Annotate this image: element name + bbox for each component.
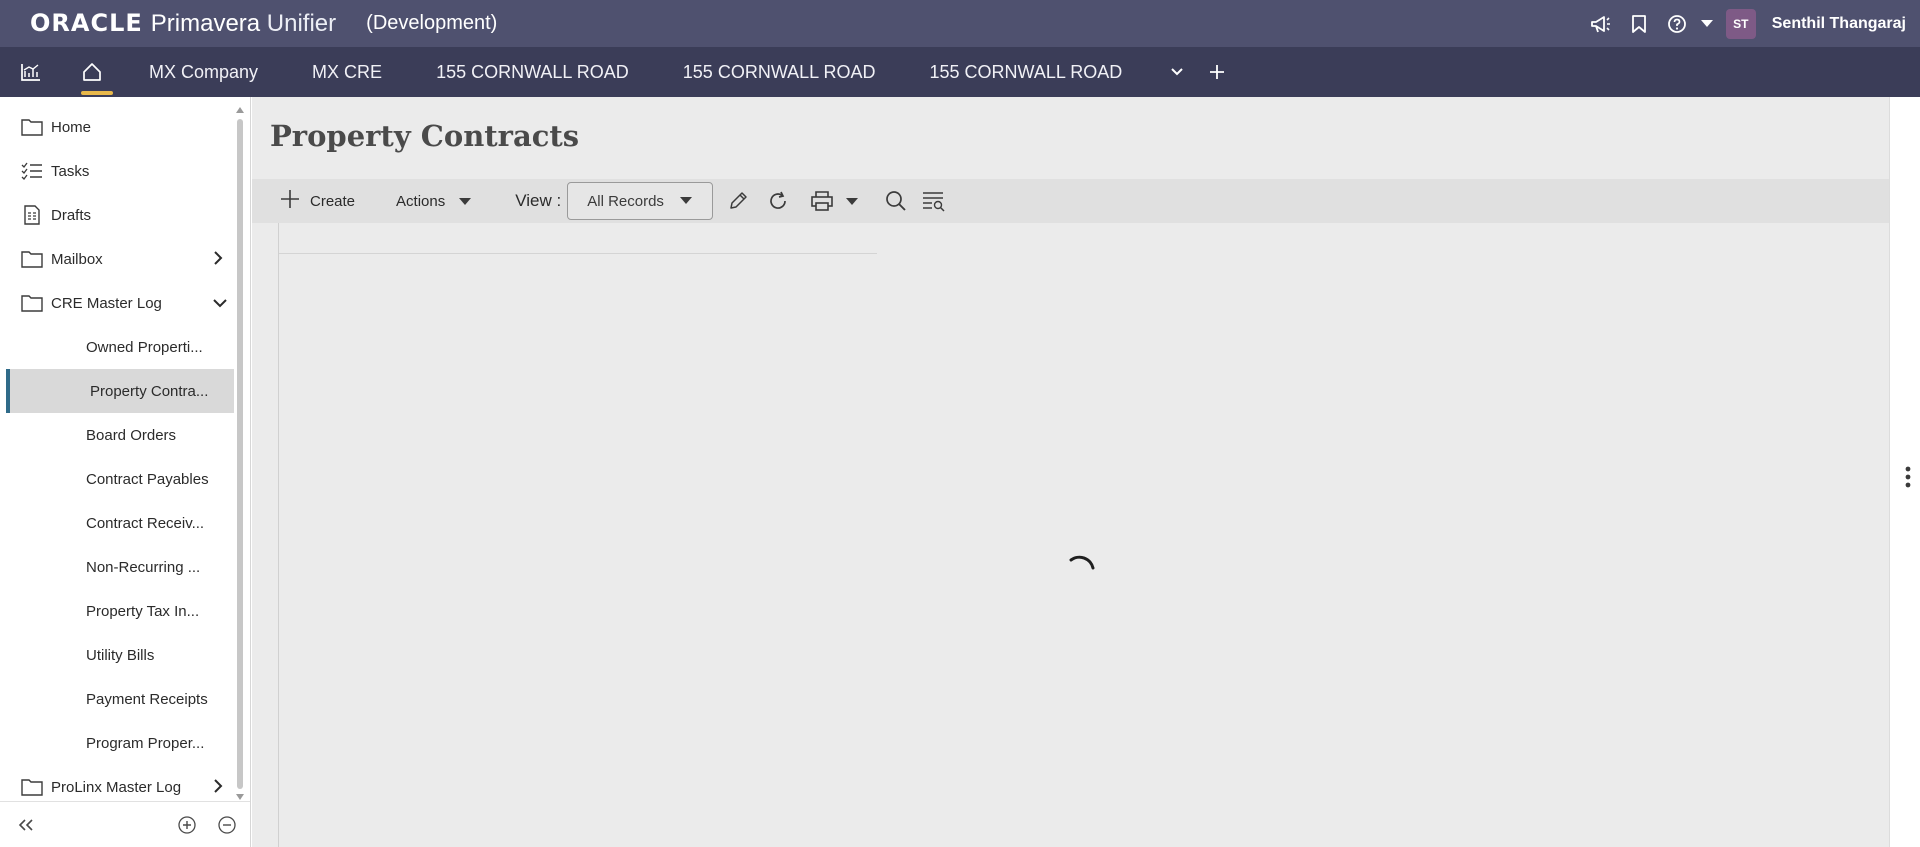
drafts-icon <box>17 205 47 225</box>
scroll-up-arrow-icon[interactable] <box>236 107 244 113</box>
sidebar-subitem-payment-receipts[interactable]: Payment Receipts <box>0 677 234 721</box>
main-content: Property Contracts Create Actions View :… <box>252 97 1889 847</box>
sidebar-subitem-board-orders[interactable]: Board Orders <box>0 413 234 457</box>
sidebar-scrollbar[interactable] <box>236 105 244 800</box>
megaphone-icon[interactable] <box>1582 0 1620 47</box>
sidebar-item-label: Tasks <box>51 162 90 180</box>
tab-bar: MX Company MX CRE 155 CORNWALL ROAD 155 … <box>0 47 1920 97</box>
tab-cornwall-road-2[interactable]: 155 CORNWALL ROAD <box>656 47 903 97</box>
product-name-bold: Primavera <box>150 10 261 37</box>
view-select[interactable]: All Records <box>567 182 714 220</box>
app-logo[interactable]: ORACLE Primavera Unifier <box>30 9 336 38</box>
actions-menu-button[interactable]: Actions <box>396 179 472 223</box>
sidebar-subitem-utility-bills[interactable]: Utility Bills <box>0 633 234 677</box>
sidebar-item-label: ProLinx Master Log <box>51 778 182 796</box>
caret-down-icon <box>680 197 693 204</box>
collapse-all-icon[interactable] <box>214 812 240 838</box>
folder-icon <box>17 250 47 268</box>
actions-label: Actions <box>396 192 446 210</box>
search-icon[interactable] <box>879 179 913 223</box>
page-title: Property Contracts <box>270 119 580 153</box>
header-actions: ST Senthil Thangaraj <box>1582 0 1906 47</box>
left-navigation: Home Tasks Drafts Mailbox CRE Master Log… <box>0 97 251 847</box>
chevron-down-icon[interactable] <box>212 296 228 313</box>
sidebar-subitem-property-tax[interactable]: Property Tax In... <box>0 589 234 633</box>
right-panel-strip <box>1889 97 1920 847</box>
print-icon[interactable] <box>807 179 837 223</box>
app-header: ORACLE Primavera Unifier (Development) S… <box>0 0 1920 47</box>
sidebar-subitem-program-properties[interactable]: Program Proper... <box>0 721 234 765</box>
dashboard-chart-icon[interactable] <box>0 47 62 97</box>
edit-pencil-icon[interactable] <box>721 179 755 223</box>
records-grid <box>278 223 1889 847</box>
sidebar-item-label: Home <box>51 118 92 136</box>
view-label: View : <box>515 191 562 210</box>
create-label: Create <box>310 192 356 210</box>
view-select-value: All Records <box>587 192 664 210</box>
folder-icon <box>17 778 47 796</box>
grid-header-divider <box>279 253 877 254</box>
more-options-kebab-icon[interactable] <box>1905 465 1911 489</box>
sidebar-item-drafts[interactable]: Drafts <box>0 193 234 237</box>
create-button[interactable]: Create <box>280 179 355 223</box>
oracle-wordmark: ORACLE <box>30 9 143 37</box>
avatar[interactable]: ST <box>1725 8 1756 39</box>
log-toolbar: Create Actions View : All Records <box>252 179 1889 223</box>
sidebar-item-tasks[interactable]: Tasks <box>0 149 234 193</box>
sidebar-subitem-property-contracts[interactable]: Property Contra... <box>6 369 234 413</box>
find-on-page-icon[interactable] <box>917 179 951 223</box>
loading-spinner-icon <box>1067 550 1099 582</box>
tab-mx-company[interactable]: MX Company <box>122 47 285 97</box>
sidebar-item-label: Drafts <box>51 206 92 224</box>
help-icon[interactable] <box>1658 0 1696 47</box>
chevron-right-icon[interactable] <box>212 250 224 270</box>
home-tab-icon[interactable] <box>62 47 122 97</box>
refresh-icon[interactable] <box>761 179 795 223</box>
tab-cornwall-road-3[interactable]: 155 CORNWALL ROAD <box>903 47 1150 97</box>
print-menu-caret-down-icon[interactable] <box>841 179 863 223</box>
tab-cornwall-road-1[interactable]: 155 CORNWALL ROAD <box>409 47 656 97</box>
sidebar-item-home[interactable]: Home <box>0 105 234 149</box>
sidebar-scrollbar-thumb[interactable] <box>237 119 243 789</box>
user-name[interactable]: Senthil Thangaraj <box>1772 15 1906 33</box>
collapse-sidebar-icon[interactable] <box>13 812 39 838</box>
expand-all-icon[interactable] <box>174 812 200 838</box>
tab-mx-cre[interactable]: MX CRE <box>285 47 409 97</box>
product-name-thin: Unifier <box>266 10 337 37</box>
tasks-icon <box>17 162 47 180</box>
add-tab-plus-icon[interactable] <box>1197 47 1237 97</box>
sidebar-item-label: CRE Master Log <box>51 294 162 312</box>
environment-label: (Development) <box>366 12 498 34</box>
sidebar-item-label: Mailbox <box>51 250 103 268</box>
folder-icon <box>17 294 47 312</box>
bookmark-icon[interactable] <box>1620 0 1658 47</box>
folder-icon <box>17 118 47 136</box>
sidebar-item-cre-master-log[interactable]: CRE Master Log <box>0 281 234 325</box>
product-name: Primavera Unifier <box>151 10 336 38</box>
sidebar-subitem-contract-receivables[interactable]: Contract Receiv... <box>0 501 234 545</box>
caret-down-icon <box>846 197 859 205</box>
plus-icon <box>280 189 300 213</box>
sidebar-subitem-contract-payables[interactable]: Contract Payables <box>0 457 234 501</box>
sidebar-item-mailbox[interactable]: Mailbox <box>0 237 234 281</box>
sidebar-subitem-non-recurring[interactable]: Non-Recurring ... <box>0 545 234 589</box>
tabs-overflow-chevron-down-icon[interactable] <box>1157 47 1197 97</box>
sidebar-subitem-owned-properties[interactable]: Owned Properti... <box>0 325 234 369</box>
sidebar-footer <box>0 801 250 847</box>
chevron-right-icon[interactable] <box>212 778 224 798</box>
caret-down-icon <box>459 197 472 205</box>
help-menu-chevron-down-icon[interactable] <box>1696 0 1718 47</box>
scroll-down-arrow-icon[interactable] <box>236 794 244 800</box>
